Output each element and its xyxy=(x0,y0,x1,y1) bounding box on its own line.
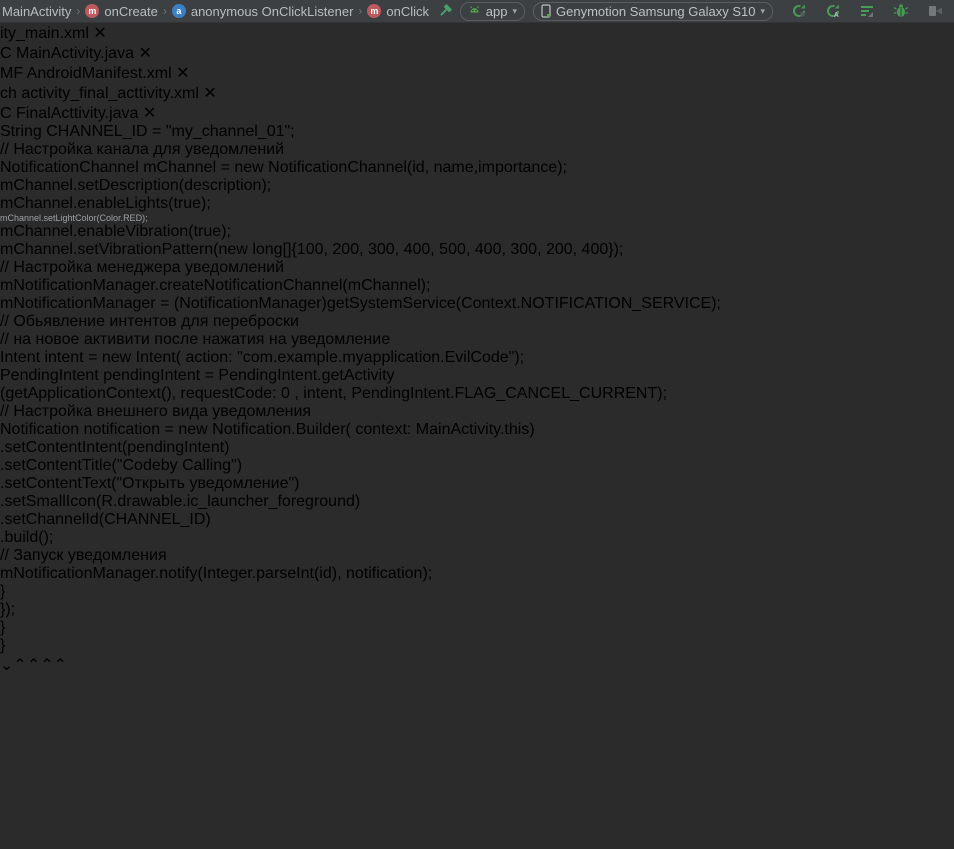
code-line[interactable]: .setSmallIcon(R.drawable.ic_launcher_for… xyxy=(0,493,954,511)
code-line[interactable]: // Запуск уведомления xyxy=(0,547,954,565)
tab-androidmanifest-xml[interactable]: MF AndroidManifest.xml ✕ xyxy=(0,63,954,83)
svg-text:A: A xyxy=(834,12,839,19)
code-line[interactable]: mChannel.setLightColor(Color.RED); xyxy=(0,213,954,223)
code-line[interactable]: // Настройка менеджера уведомлений xyxy=(0,259,954,277)
tab-label: AndroidManifest.xml xyxy=(27,65,172,82)
chevron-down-icon: ▾ xyxy=(760,6,765,17)
restart-arrow-icon xyxy=(791,3,807,19)
android-icon xyxy=(468,5,481,17)
code-line[interactable]: // Обьявление интентов для переброски xyxy=(0,313,954,331)
xml-file-icon: ch xyxy=(0,85,17,102)
tab-mainactivity-java[interactable]: C MainActivity.java ✕ xyxy=(0,43,954,63)
debug-button[interactable] xyxy=(890,1,912,21)
code-line[interactable]: // Настройка внешнего вида уведомления xyxy=(0,403,954,421)
bug-icon xyxy=(893,3,909,19)
run-config-selector[interactable]: app ▾ xyxy=(460,2,525,21)
breadcrumb-item-listener[interactable]: anonymous OnClickListener xyxy=(191,4,354,19)
code-line[interactable]: Intent intent = new Intent( action: "com… xyxy=(0,349,954,367)
code-line[interactable]: NotificationChannel mChannel = new Notif… xyxy=(0,159,954,177)
code-line[interactable]: .setContentText("Открыть уведомление") xyxy=(0,475,954,493)
method-icon: m xyxy=(85,4,99,18)
main-toolbar: MainActivity › m onCreate › a anonymous … xyxy=(0,0,954,23)
code-line[interactable]: } xyxy=(0,637,954,655)
fold-marker-icon[interactable]: ⌃ xyxy=(54,657,67,674)
code-line[interactable]: mChannel.setDescription(description); xyxy=(0,177,954,195)
device-selector[interactable]: Genymotion Samsung Galaxy S10 ▾ xyxy=(533,2,773,21)
code-line[interactable]: } xyxy=(0,583,954,601)
chevron-separator-icon: › xyxy=(358,4,362,18)
breadcrumb-item-oncreate[interactable]: onCreate xyxy=(104,4,157,19)
code-line[interactable]: // на новое активити после нажатия на ув… xyxy=(0,331,954,349)
code-line[interactable]: .build(); xyxy=(0,529,954,547)
fold-marker-icon[interactable]: ⌃ xyxy=(40,657,53,674)
tab-finalacttivity-java[interactable]: C FinalActtivity.java ✕ xyxy=(0,103,954,123)
java-class-icon: C xyxy=(0,45,12,62)
code-line[interactable]: mNotificationManager = (NotificationMana… xyxy=(0,295,954,313)
tab-activity-main-xml[interactable]: ity_main.xml ✕ xyxy=(0,23,954,43)
run-config-label: app xyxy=(486,4,508,19)
code-line[interactable]: }); xyxy=(0,601,954,619)
fold-marker-icon[interactable]: ⌃ xyxy=(27,657,40,674)
build-hammer-button[interactable] xyxy=(434,1,456,21)
editor-tab-bar: ity_main.xml ✕ C MainActivity.java ✕ MF … xyxy=(0,23,954,123)
apply-code-arrow-icon: A xyxy=(825,3,841,19)
code-line[interactable]: PendingIntent pendingIntent = PendingInt… xyxy=(0,367,954,385)
toolbar-divider xyxy=(777,3,778,19)
code-line[interactable]: Notification notification = new Notifica… xyxy=(0,421,954,439)
code-line[interactable]: mNotificationManager.notify(Integer.pars… xyxy=(0,565,954,583)
hammer-icon xyxy=(437,3,453,19)
code-line[interactable]: } xyxy=(0,619,954,637)
code-line[interactable]: (getApplicationContext(), requestCode: 0… xyxy=(0,385,954,403)
apply-changes-restart-button[interactable] xyxy=(788,1,810,21)
fold-marker-icon[interactable]: ⌃ xyxy=(13,657,26,674)
fold-marker-icon[interactable]: ⌄ xyxy=(0,657,13,674)
method-icon: m xyxy=(367,4,381,18)
code-line[interactable]: // Настройка канала для уведомлений xyxy=(0,141,954,159)
code-line[interactable]: mChannel.enableLights(true); xyxy=(0,195,954,213)
tab-label: FinalActtivity.java xyxy=(16,105,138,122)
breadcrumb-item-onclick[interactable]: onClick xyxy=(386,4,429,19)
chevron-separator-icon: › xyxy=(76,4,80,18)
device-label: Genymotion Samsung Galaxy S10 xyxy=(556,4,755,19)
java-class-icon: C xyxy=(0,105,12,122)
code-line[interactable]: mNotificationManager.createNotificationC… xyxy=(0,277,954,295)
close-icon[interactable]: ✕ xyxy=(143,105,156,122)
attach-process-icon xyxy=(927,3,943,19)
code-editor[interactable]: String CHANNEL_ID = "my_channel_01"; // … xyxy=(0,123,954,675)
breadcrumb: MainActivity › m onCreate › a anonymous … xyxy=(2,4,429,19)
attach-debugger-button[interactable] xyxy=(924,1,946,21)
code-line[interactable]: mChannel.setVibrationPattern(new long[]{… xyxy=(0,241,954,259)
close-icon[interactable]: ✕ xyxy=(138,45,151,62)
close-icon[interactable]: ✕ xyxy=(203,85,216,102)
profiler-button[interactable] xyxy=(856,1,878,21)
phone-icon xyxy=(541,4,551,18)
code-line[interactable]: mChannel.enableVibration(true); xyxy=(0,223,954,241)
tab-label: activity_final_acttivity.xml xyxy=(21,85,199,102)
close-icon[interactable]: ✕ xyxy=(176,65,189,82)
profiler-icon xyxy=(859,3,875,19)
close-icon[interactable]: ✕ xyxy=(93,25,106,42)
chevron-down-icon: ▾ xyxy=(513,6,518,17)
code-line[interactable]: String CHANNEL_ID = "my_channel_01"; xyxy=(0,123,954,141)
code-area[interactable]: String CHANNEL_ID = "my_channel_01"; // … xyxy=(0,123,954,655)
chevron-separator-icon: › xyxy=(163,4,167,18)
anonymous-class-icon: a xyxy=(172,4,186,18)
tab-activity-final-xml[interactable]: ch activity_final_acttivity.xml ✕ xyxy=(0,83,954,103)
breadcrumb-item-class[interactable]: MainActivity xyxy=(2,4,71,19)
tab-label: ity_main.xml xyxy=(0,25,89,42)
tab-label: MainActivity.java xyxy=(16,45,134,62)
apply-code-changes-button[interactable]: A xyxy=(822,1,844,21)
code-line[interactable]: .setContentTitle("Codeby Calling") xyxy=(0,457,954,475)
run-actions: A xyxy=(788,1,946,21)
manifest-file-icon: MF xyxy=(0,65,23,82)
code-line[interactable]: .setContentIntent(pendingIntent) xyxy=(0,439,954,457)
code-line[interactable]: .setChannelId(CHANNEL_ID) xyxy=(0,511,954,529)
